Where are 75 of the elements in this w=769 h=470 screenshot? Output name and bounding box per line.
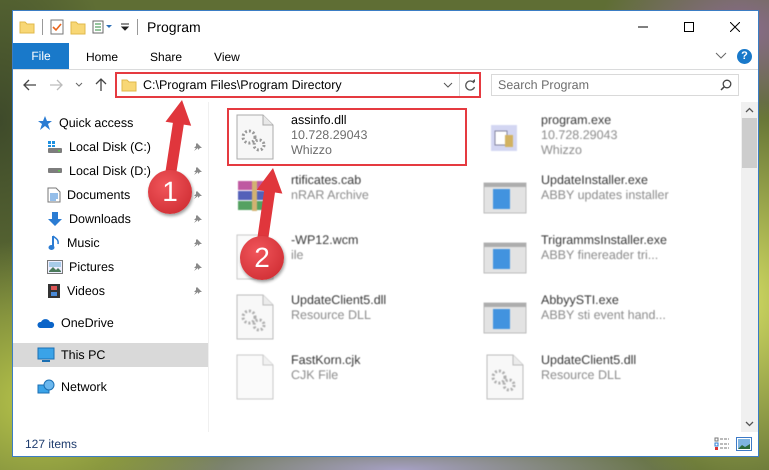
pictures-icon — [47, 260, 63, 274]
close-icon — [730, 22, 740, 32]
file-detail: ABBY finereader tri... — [541, 248, 660, 262]
file-name[interactable]: -WP12.wcm — [291, 233, 358, 247]
sidebar-item[interactable]: Documents — [67, 188, 130, 202]
download-icon — [47, 211, 63, 227]
file-name[interactable]: UpdateClient5.dll — [541, 353, 636, 367]
file-name[interactable]: TrigrammsInstaller.exe — [541, 233, 667, 247]
settings-file-icon — [235, 113, 275, 161]
sidebar-item[interactable]: Quick access — [13, 111, 208, 135]
recent-locations-icon[interactable] — [75, 82, 83, 88]
file-detail: 10.728.29043 — [541, 128, 618, 142]
film-icon — [47, 283, 61, 299]
drive-icon — [47, 140, 63, 154]
file-detail: ABBY updates installer — [541, 188, 669, 202]
settings-file-icon — [485, 353, 525, 401]
sidebar-item[interactable]: Pictures — [69, 260, 114, 274]
dropdown-icon[interactable] — [120, 22, 130, 32]
file-name[interactable]: rtificates.cab — [291, 173, 369, 187]
sidebar-item[interactable]: Videos — [67, 284, 105, 298]
sidebar-item[interactable]: Local Disk (C:) — [69, 140, 151, 154]
computer-icon — [37, 347, 55, 363]
address-field[interactable]: C:\Program Files\Program Directory — [115, 72, 481, 98]
sidebar-item[interactable]: Network — [13, 375, 208, 399]
file-detail: ile — [291, 248, 305, 262]
file-name[interactable]: AbbyySTI.exe — [541, 293, 666, 307]
window-title: Program — [147, 19, 201, 35]
document-icon — [47, 187, 61, 203]
properties-icon[interactable] — [50, 19, 64, 35]
file-name[interactable]: UpdateClient5.dll — [291, 293, 386, 307]
scrollbar[interactable] — [741, 102, 758, 432]
file-detail: Resource DLL — [291, 308, 372, 322]
item-count: 127 items — [25, 437, 78, 451]
file-detail: nRAR Archive — [291, 188, 369, 202]
music-icon — [47, 235, 61, 251]
file-menu-button[interactable]: File — [13, 43, 69, 69]
file-name[interactable]: program.exe — [541, 113, 618, 127]
file-name[interactable]: FastKorn.cjk — [291, 353, 360, 367]
settings-file-icon — [235, 293, 275, 341]
ribbon-tab[interactable]: View — [199, 43, 255, 69]
large-icons-view-icon[interactable] — [736, 437, 752, 451]
refresh-icon — [464, 79, 476, 91]
drive-icon — [47, 168, 63, 174]
file-icon — [235, 353, 275, 401]
network-icon — [37, 379, 55, 395]
file-detail: Whizzo — [291, 143, 333, 157]
expand-ribbon-icon[interactable] — [715, 52, 727, 60]
ribbon-tab[interactable]: Home — [71, 43, 134, 69]
folder-icon — [19, 20, 35, 34]
sidebar-item[interactable]: This PC — [13, 343, 208, 367]
sidebar-item[interactable]: Local Disk (D:) — [69, 164, 151, 178]
file-detail: Whizzo — [541, 143, 583, 157]
sidebar-item[interactable]: OneDrive — [13, 311, 208, 335]
up-icon[interactable] — [95, 78, 107, 92]
file-detail: ABBY sti event hand... — [541, 308, 666, 322]
search-icon[interactable] — [720, 79, 732, 91]
file-name[interactable]: UpdateInstaller.exe — [541, 173, 669, 187]
star-icon — [37, 115, 53, 131]
details-view-icon[interactable] — [714, 437, 730, 451]
help-button[interactable]: ? — [737, 48, 752, 64]
file-detail: CJK File — [291, 368, 340, 382]
back-icon[interactable] — [23, 79, 37, 91]
file-name[interactable]: assinfo.dll — [291, 113, 368, 127]
folder-icon — [121, 78, 137, 92]
file-detail: 10.728.29043 — [291, 128, 368, 142]
cloud-icon — [37, 317, 55, 329]
search-field[interactable]: Search Program — [491, 74, 739, 96]
customize-icon[interactable] — [92, 20, 114, 34]
scrollbar-thumb[interactable] — [742, 118, 757, 168]
maximize-icon — [684, 22, 694, 32]
sidebar-item[interactable]: Downloads — [69, 212, 131, 226]
ribbon-tab[interactable]: Share — [135, 43, 198, 69]
sidebar-item[interactable]: Music — [67, 236, 100, 250]
dropdown-icon[interactable] — [443, 82, 453, 88]
file-detail: Resource DLL — [541, 368, 622, 382]
